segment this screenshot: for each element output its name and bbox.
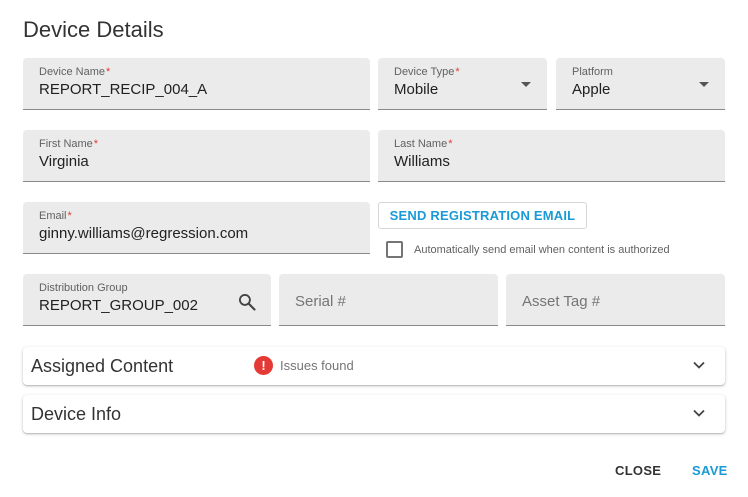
distribution-group-value: REPORT_GROUP_002	[39, 297, 198, 314]
last-name-label: Last Name	[394, 138, 448, 150]
asset-tag-placeholder: Asset Tag #	[522, 293, 601, 310]
search-icon[interactable]	[237, 292, 257, 312]
device-info-title: Device Info	[31, 404, 122, 424]
issues-text: Issues found	[280, 358, 354, 373]
distribution-group-field[interactable]: Distribution Group REPORT_GROUP_002	[23, 274, 271, 326]
required-marker: *	[448, 138, 453, 150]
device-info-panel[interactable]: Device Info	[23, 395, 725, 433]
required-marker: *	[67, 210, 72, 222]
distribution-group-label: Distribution Group	[39, 282, 128, 294]
last-name-field[interactable]: Last Name* Williams	[378, 130, 725, 182]
first-name-label: First Name	[39, 138, 93, 150]
auto-send-email-option: Automatically send email when content is…	[386, 241, 670, 258]
chevron-down-icon[interactable]	[693, 409, 705, 417]
close-button[interactable]: CLOSE	[615, 463, 661, 478]
auto-send-email-label: Automatically send email when content is…	[414, 243, 670, 256]
error-icon: !	[254, 356, 273, 375]
required-marker: *	[455, 66, 460, 78]
issues-indicator: ! Issues found	[254, 356, 354, 375]
save-button[interactable]: SAVE	[692, 463, 728, 478]
serial-placeholder: Serial #	[295, 293, 346, 310]
platform-label: Platform	[572, 66, 613, 78]
required-marker: *	[93, 138, 99, 150]
dialog-title: Device Details	[23, 17, 164, 42]
send-registration-email-button[interactable]: SEND REGISTRATION EMAIL	[378, 202, 587, 229]
email-field[interactable]: Email* ginny.williams@regression.com	[23, 202, 370, 254]
device-name-value: REPORT_RECIP_004_A	[39, 81, 208, 98]
email-label: Email	[39, 210, 67, 222]
auto-send-email-checkbox[interactable]	[386, 241, 403, 258]
last-name-value: Williams	[394, 153, 450, 170]
platform-value: Apple	[572, 81, 611, 98]
device-name-label: Device Name	[39, 66, 106, 78]
caret-down-icon	[521, 82, 531, 87]
email-value: ginny.williams@regression.com	[39, 225, 249, 242]
caret-down-icon	[699, 82, 709, 87]
first-name-field[interactable]: First Name* Virginia	[23, 130, 370, 182]
assigned-content-panel[interactable]: Assigned Content ! Issues found	[23, 347, 725, 385]
device-name-field[interactable]: Device Name* REPORT_RECIP_004_A	[23, 58, 370, 110]
device-type-select[interactable]: Device Type* Mobile	[378, 58, 547, 110]
device-type-label: Device Type	[394, 66, 455, 78]
asset-tag-field[interactable]: Asset Tag #	[506, 274, 725, 326]
first-name-value: Virginia	[39, 153, 89, 170]
device-details-dialog: Device Details Device Name* REPORT_RECIP…	[0, 0, 748, 497]
serial-field[interactable]: Serial #	[279, 274, 498, 326]
assigned-content-title: Assigned Content	[31, 356, 174, 376]
platform-select[interactable]: Platform Apple	[556, 58, 725, 110]
chevron-down-icon[interactable]	[693, 361, 705, 369]
device-type-value: Mobile	[394, 81, 439, 98]
required-marker: *	[106, 66, 111, 78]
